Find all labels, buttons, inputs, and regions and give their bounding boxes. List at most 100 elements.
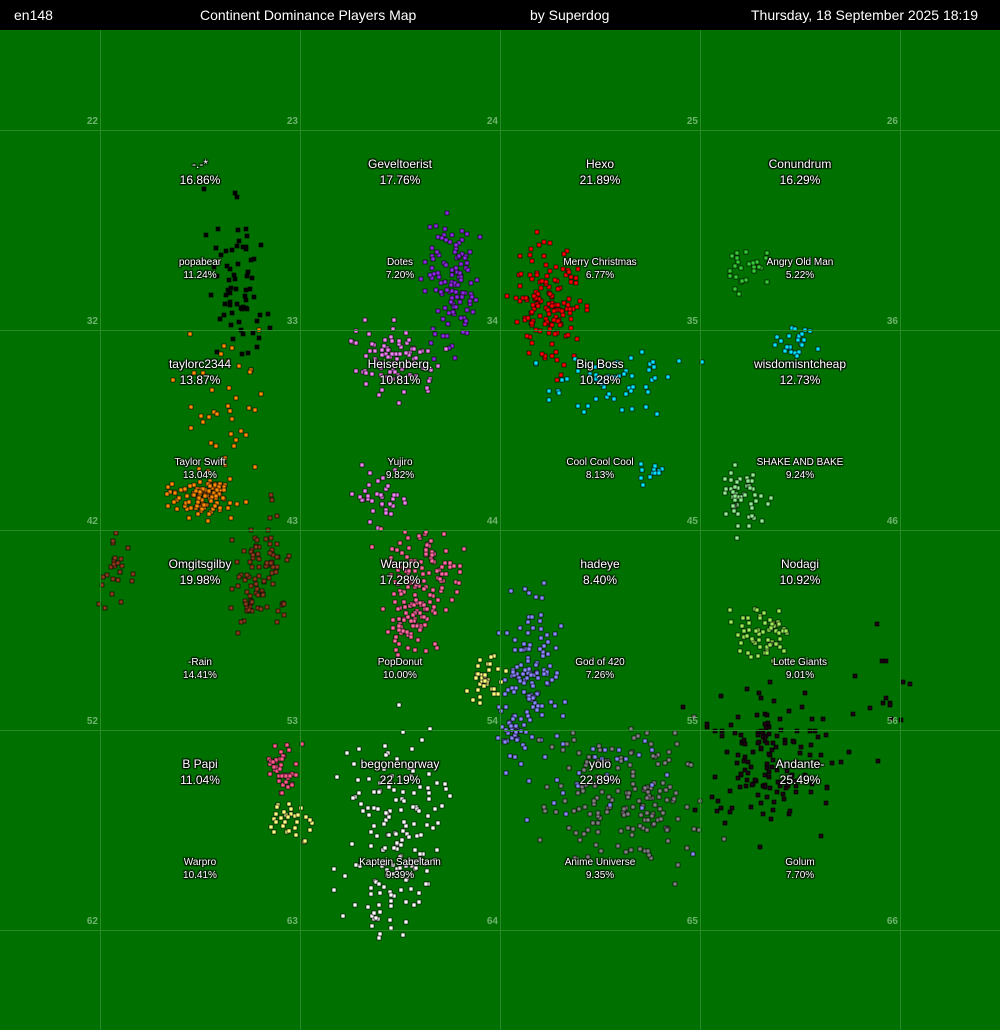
village-marker[interactable] [423,648,429,654]
village-marker[interactable] [435,234,441,240]
village-marker[interactable] [223,248,229,254]
village-marker[interactable] [233,437,239,443]
village-marker[interactable] [778,338,784,344]
village-marker[interactable] [503,704,509,710]
village-marker[interactable] [631,735,637,741]
village-marker[interactable] [394,840,400,846]
village-marker[interactable] [530,704,536,710]
village-marker[interactable] [191,482,197,488]
village-marker[interactable] [576,750,582,756]
village-marker[interactable] [243,297,249,303]
village-marker[interactable] [366,331,372,337]
village-marker[interactable] [907,681,913,687]
village-marker[interactable] [187,483,193,489]
village-marker[interactable] [448,282,454,288]
village-marker[interactable] [680,704,686,710]
village-marker[interactable] [776,630,782,636]
village-marker[interactable] [729,805,735,811]
village-marker[interactable] [331,887,337,893]
village-marker[interactable] [403,350,409,356]
village-marker[interactable] [375,806,381,812]
village-marker[interactable] [238,619,244,625]
village-marker[interactable] [482,672,488,678]
village-marker[interactable] [350,795,356,801]
village-marker[interactable] [195,499,201,505]
village-marker[interactable] [229,247,235,253]
village-marker[interactable] [400,828,406,834]
village-marker[interactable] [788,349,794,355]
village-marker[interactable] [396,616,402,622]
village-marker[interactable] [635,733,641,739]
village-marker[interactable] [391,787,397,793]
village-marker[interactable] [286,747,292,753]
village-marker[interactable] [524,817,530,823]
village-marker[interactable] [510,669,516,675]
village-marker[interactable] [638,812,644,818]
village-marker[interactable] [530,695,536,701]
village-marker[interactable] [619,407,625,413]
village-marker[interactable] [234,501,240,507]
village-marker[interactable] [369,498,375,504]
village-marker[interactable] [712,774,718,780]
village-marker[interactable] [777,644,783,650]
village-marker[interactable] [502,677,508,683]
village-marker[interactable] [408,634,414,640]
village-marker[interactable] [767,642,773,648]
village-marker[interactable] [477,700,483,706]
village-marker[interactable] [398,807,404,813]
village-marker[interactable] [537,618,543,624]
village-marker[interactable] [546,397,552,403]
village-marker[interactable] [607,802,613,808]
village-marker[interactable] [217,505,223,511]
village-marker[interactable] [555,318,561,324]
village-marker[interactable] [398,591,404,597]
village-marker[interactable] [274,541,280,547]
village-marker[interactable] [732,497,738,503]
village-marker[interactable] [388,334,394,340]
village-marker[interactable] [525,315,531,321]
village-marker[interactable] [393,797,399,803]
village-marker[interactable] [243,499,249,505]
village-marker[interactable] [385,347,391,353]
village-marker[interactable] [648,741,654,747]
village-marker[interactable] [522,745,528,751]
village-marker[interactable] [664,797,670,803]
village-marker[interactable] [406,834,412,840]
village-marker[interactable] [444,287,450,293]
village-marker[interactable] [582,804,588,810]
village-marker[interactable] [206,488,212,494]
village-marker[interactable] [227,302,233,308]
village-marker[interactable] [386,832,392,838]
village-marker[interactable] [293,772,299,778]
village-marker[interactable] [104,572,110,578]
village-marker[interactable] [755,732,761,738]
village-marker[interactable] [349,841,355,847]
village-marker[interactable] [379,501,385,507]
village-marker[interactable] [727,607,733,613]
village-marker[interactable] [625,811,631,817]
village-marker[interactable] [423,547,429,553]
village-marker[interactable] [567,306,573,312]
village-marker[interactable] [197,489,203,495]
village-marker[interactable] [759,518,765,524]
village-marker[interactable] [443,607,449,613]
village-marker[interactable] [228,285,234,291]
village-marker[interactable] [109,591,115,597]
village-marker[interactable] [111,561,117,567]
village-marker[interactable] [727,788,733,794]
village-marker[interactable] [728,619,734,625]
village-marker[interactable] [362,488,368,494]
village-marker[interactable] [208,292,214,298]
village-marker[interactable] [416,533,422,539]
village-marker[interactable] [566,296,572,302]
village-marker[interactable] [435,308,441,314]
village-marker[interactable] [449,232,455,238]
village-marker[interactable] [606,391,612,397]
village-marker[interactable] [433,287,439,293]
village-marker[interactable] [264,604,270,610]
village-marker[interactable] [815,346,821,352]
village-marker[interactable] [741,628,747,634]
village-marker[interactable] [767,617,773,623]
village-marker[interactable] [595,829,601,835]
village-marker[interactable] [425,813,431,819]
